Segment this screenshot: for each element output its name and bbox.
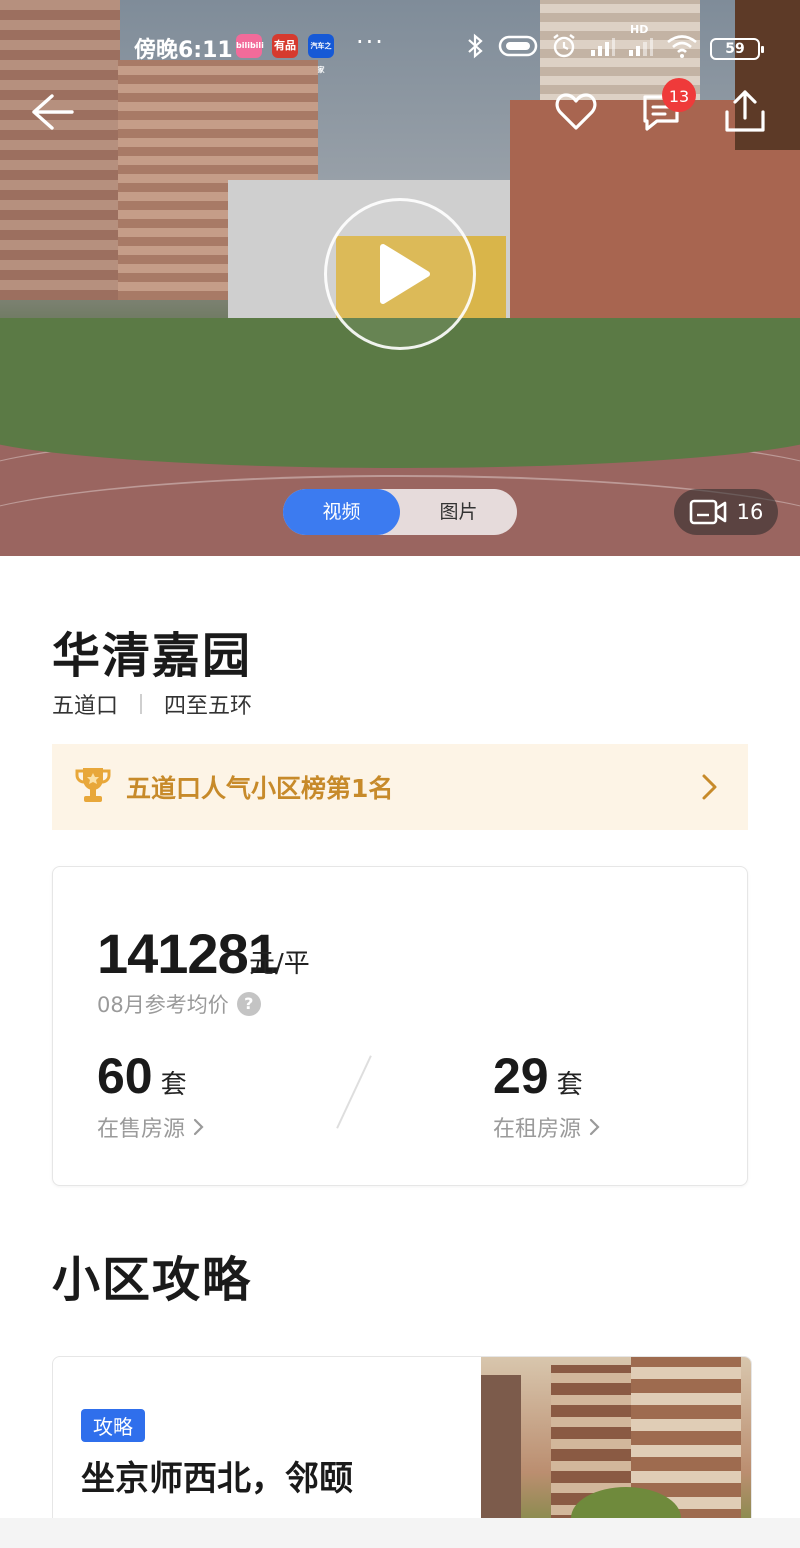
- tab-photos[interactable]: 图片: [400, 489, 517, 535]
- media-type-toggle[interactable]: 视频 图片: [283, 489, 517, 535]
- guide-tag-badge: 攻略: [81, 1409, 145, 1442]
- guide-article-title: 坐京师西北，邻颐: [81, 1459, 353, 1499]
- help-icon[interactable]: ?: [236, 992, 261, 1016]
- favorite-button[interactable]: [552, 88, 600, 136]
- arrow-left-icon: [32, 94, 74, 130]
- video-count: 16: [736, 500, 764, 524]
- trophy-icon: [74, 765, 112, 809]
- for-rent-label: 在租房源: [493, 1117, 582, 1142]
- wifi-icon: [666, 34, 698, 63]
- for-rent-stat[interactable]: 29 套 在租房源: [493, 1047, 601, 1143]
- autohome-icon: 汽车之家: [308, 34, 334, 74]
- signal-hd-icon: HD: [628, 23, 654, 62]
- price-label: 08月参考均价: [97, 993, 229, 1017]
- share-button[interactable]: [720, 86, 770, 136]
- location-area[interactable]: 五道口: [52, 688, 118, 720]
- video-camera-icon: [689, 499, 726, 525]
- bottom-edge: [0, 1518, 800, 1548]
- stat-divider: [336, 1055, 372, 1129]
- guide-section-title: 小区攻略: [52, 1252, 253, 1308]
- alarm-icon: [550, 32, 578, 65]
- for-rent-count: 29: [493, 1048, 549, 1104]
- more-notifications-icon: ···: [356, 28, 385, 56]
- price-label-row: 08月参考均价 ?: [97, 989, 261, 1019]
- play-video-button[interactable]: [324, 198, 476, 350]
- location-divider: [140, 694, 143, 714]
- vibrate-icon: [498, 34, 538, 63]
- status-indicators: HD 59: [466, 23, 764, 65]
- chevron-right-icon: [193, 1118, 204, 1136]
- for-sale-unit: 套: [160, 1070, 187, 1100]
- popularity-rank-banner[interactable]: 五道口人气小区榜第1名: [52, 744, 748, 830]
- hero-media[interactable]: 傍晚6:11 bilibili 有品 汽车之家 ··· HD 59 13 视频 …: [0, 0, 800, 556]
- price-unit: 元/平: [249, 949, 310, 979]
- community-name: 华清嘉园: [52, 628, 253, 684]
- bilibili-icon: bilibili: [236, 34, 264, 58]
- for-sale-link[interactable]: 在售房源: [97, 1111, 205, 1143]
- for-rent-unit: 套: [556, 1070, 583, 1100]
- video-count-button[interactable]: 16: [674, 489, 778, 535]
- location-ring: 四至五环: [164, 694, 253, 719]
- chevron-right-icon: [700, 772, 720, 806]
- share-icon: [725, 90, 765, 132]
- status-bar: 傍晚6:11 bilibili 有品 汽车之家 ··· HD 59: [0, 23, 800, 74]
- for-rent-link[interactable]: 在租房源: [493, 1111, 601, 1143]
- for-sale-label: 在售房源: [97, 1117, 186, 1142]
- for-sale-stat[interactable]: 60 套 在售房源: [97, 1047, 205, 1143]
- message-count-badge: 13: [662, 78, 696, 112]
- heart-icon: [555, 93, 597, 130]
- tab-video[interactable]: 视频: [283, 489, 400, 535]
- back-button[interactable]: [28, 88, 76, 136]
- price-card: 141281 元/平 08月参考均价 ? 60 套 在售房源 29 套 在租房源: [52, 866, 748, 1186]
- community-location: 五道口 四至五环: [52, 688, 252, 720]
- rank-text: 五道口人气小区榜第1名: [126, 774, 394, 803]
- for-sale-count: 60: [97, 1048, 153, 1104]
- chevron-right-icon: [589, 1118, 600, 1136]
- bluetooth-icon: [466, 33, 486, 64]
- play-icon: [380, 244, 430, 304]
- signal-icon: [590, 35, 616, 62]
- youpin-icon: 有品: [272, 34, 298, 58]
- battery-indicator: 59: [710, 37, 764, 60]
- status-time: 傍晚6:11: [134, 38, 233, 63]
